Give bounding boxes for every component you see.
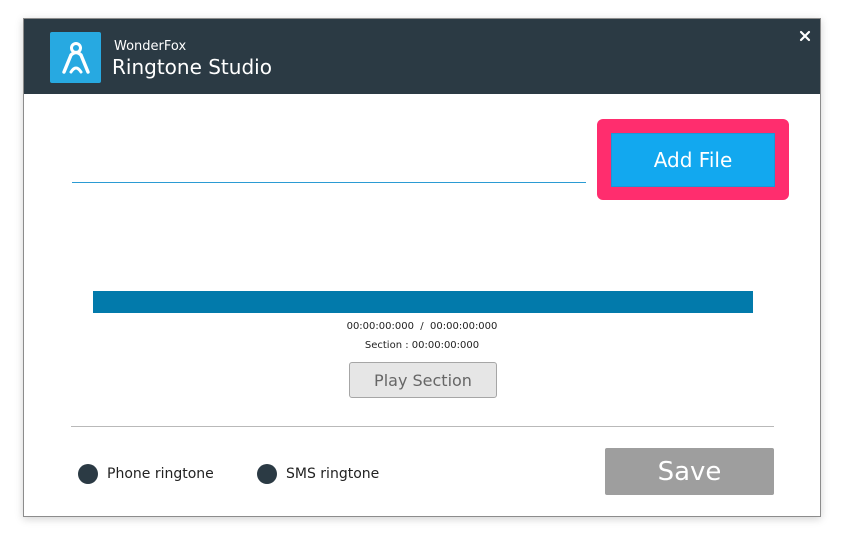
save-button[interactable]: Save xyxy=(605,448,774,495)
app-title: Ringtone Studio xyxy=(112,55,272,79)
divider xyxy=(71,426,774,427)
close-icon[interactable] xyxy=(796,27,814,45)
app-window: WonderFox Ringtone Studio Add File 00:00… xyxy=(23,18,821,517)
title-bar: WonderFox Ringtone Studio xyxy=(24,19,820,94)
section-readout: Section : 00:00:00:000 xyxy=(364,340,480,351)
add-file-button[interactable]: Add File xyxy=(611,133,775,187)
ringtone-figure-icon xyxy=(50,32,101,83)
sms-ringtone-label: SMS ringtone xyxy=(286,466,380,482)
sms-ringtone-radio[interactable]: SMS ringtone xyxy=(257,464,379,484)
play-section-button[interactable]: Play Section xyxy=(349,362,497,398)
time-readout: 00:00:00:000 / 00:00:00:000 xyxy=(346,321,498,332)
audio-timeline-bar[interactable] xyxy=(93,291,753,313)
radio-dot[interactable] xyxy=(78,464,98,484)
phone-ringtone-radio[interactable]: Phone ringtone xyxy=(78,464,214,484)
file-path-input[interactable] xyxy=(72,182,586,183)
radio-dot[interactable] xyxy=(257,464,277,484)
brand-name: WonderFox xyxy=(114,39,187,54)
phone-ringtone-label: Phone ringtone xyxy=(107,466,214,482)
